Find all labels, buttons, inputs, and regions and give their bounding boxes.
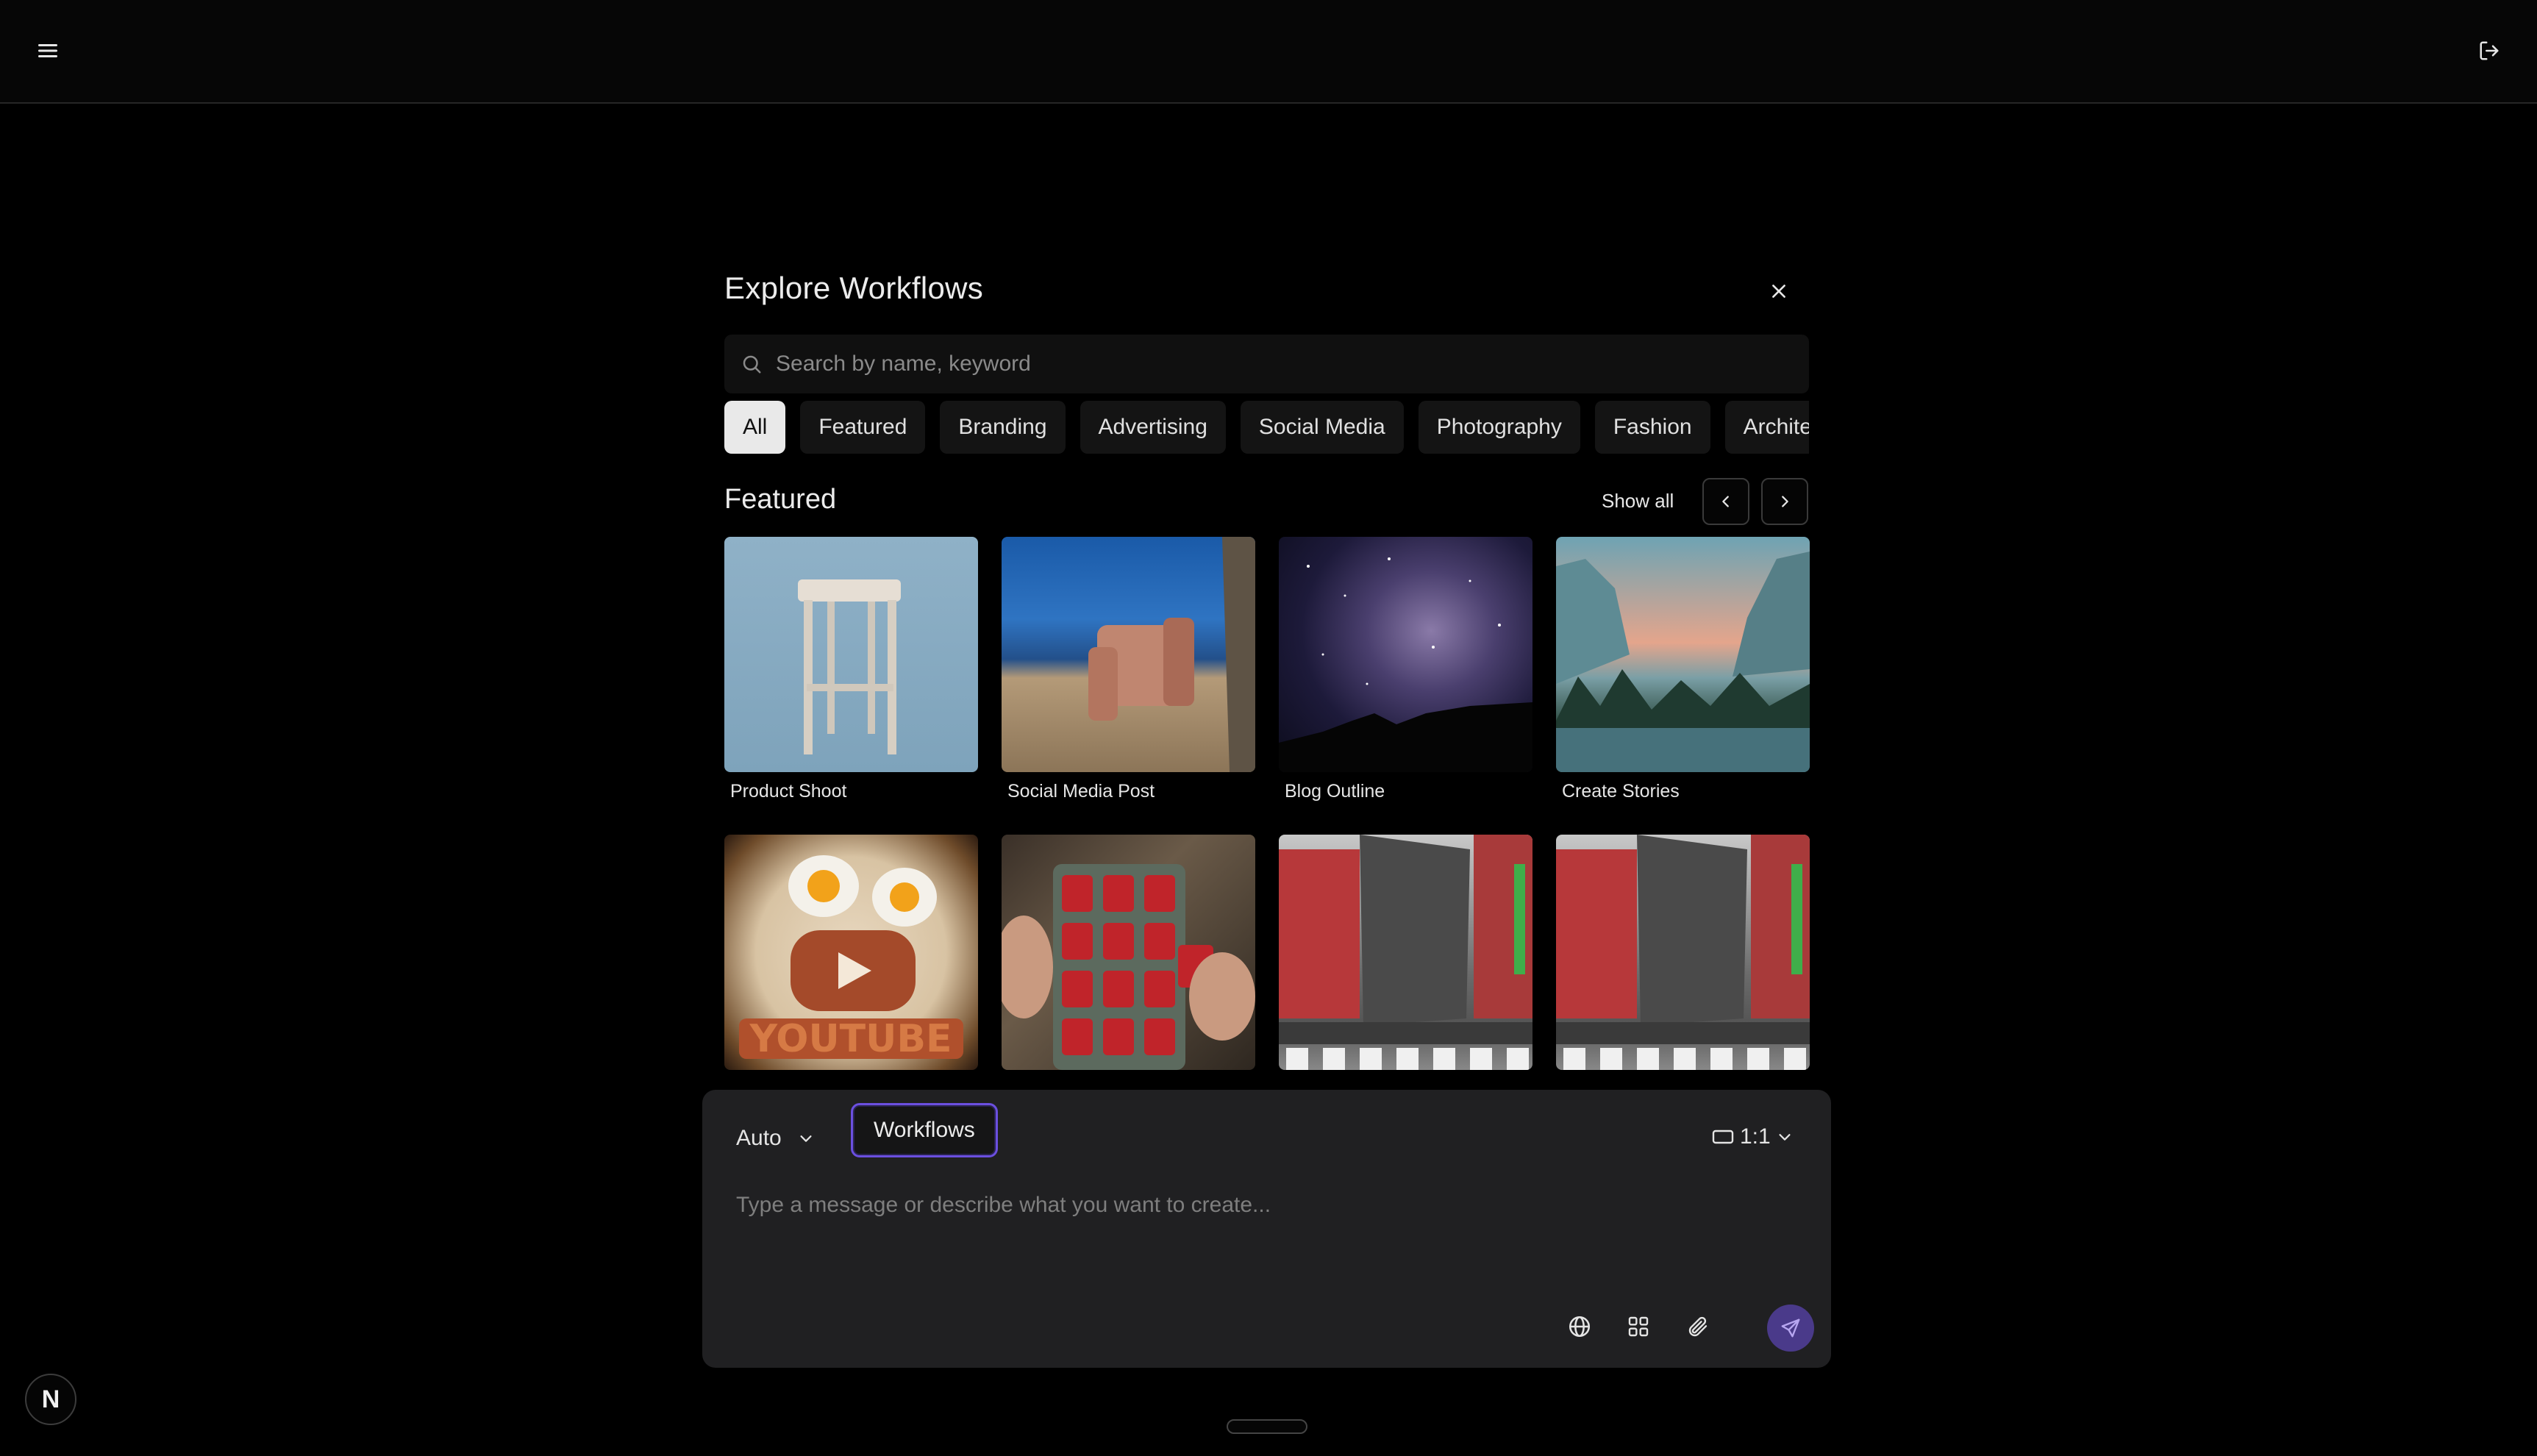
chevron-left-icon [1722, 496, 1729, 507]
thumbnail-image [1279, 537, 1532, 772]
tab-architecture[interactable]: Architecture [1724, 401, 1809, 454]
model-select[interactable]: Auto [736, 1116, 814, 1160]
card-label: Blog Outline [1285, 781, 1385, 802]
globe-icon [1569, 1316, 1591, 1338]
tab-branding[interactable]: Branding [940, 401, 1066, 454]
avatar[interactable]: N [25, 1374, 76, 1425]
logout-button[interactable] [2471, 32, 2508, 69]
message-input[interactable] [736, 1193, 1795, 1281]
show-all-link[interactable]: Show all [1602, 490, 1674, 513]
section-title: Featured [724, 484, 837, 515]
send-button[interactable] [1767, 1305, 1814, 1352]
thumbnail-image [1279, 835, 1532, 1070]
tab-advertising[interactable]: Advertising [1080, 401, 1226, 454]
workflow-card[interactable] [1556, 835, 1810, 1079]
aspect-ratio-label: 1:1 [1740, 1124, 1771, 1149]
close-icon [1772, 285, 1785, 298]
attach-button[interactable] [1675, 1305, 1719, 1349]
search-input[interactable] [776, 351, 1732, 377]
card-label: Social Media Post [1007, 781, 1155, 802]
workflow-card[interactable] [1002, 835, 1255, 1079]
tab-photography[interactable]: Photography [1418, 401, 1580, 454]
hamburger-menu-icon [38, 44, 57, 57]
chevron-down-icon [1779, 1134, 1791, 1141]
carousel-prev-button[interactable] [1702, 478, 1749, 525]
tab-fashion[interactable]: Fashion [1594, 401, 1710, 454]
paperclip-icon [1688, 1316, 1708, 1337]
category-tabs: All Featured Branding Advertising Social… [724, 401, 1809, 455]
apps-grid-button[interactable] [1616, 1305, 1660, 1349]
web-search-button[interactable] [1557, 1305, 1602, 1349]
thumbnail-image [1002, 537, 1255, 772]
workflow-card-product-shoot[interactable]: Product Shoot [724, 537, 978, 802]
search-bar [724, 335, 1809, 393]
logout-icon [2480, 41, 2499, 60]
menu-button[interactable] [29, 32, 66, 69]
workflow-card[interactable]: YOUTUBE [724, 835, 978, 1079]
thumbnail-image: YOUTUBE [724, 835, 978, 1070]
workflow-card-blog-outline[interactable]: Blog Outline [1279, 537, 1532, 802]
card-label: Create Stories [1562, 781, 1680, 802]
tab-all[interactable]: All [724, 401, 786, 454]
panel-title: Explore Workflows [724, 271, 984, 305]
tab-featured[interactable]: Featured [800, 401, 926, 454]
workflow-card-create-stories[interactable]: Create Stories [1556, 537, 1810, 802]
workflow-card-social-media-post[interactable]: Social Media Post [1002, 537, 1255, 802]
message-composer: Auto Workflows 1:1 [702, 1090, 1831, 1368]
chevron-right-icon [1782, 496, 1788, 507]
close-button[interactable] [1760, 272, 1798, 310]
grid-icon [1628, 1316, 1649, 1337]
model-select-label: Auto [736, 1126, 782, 1150]
svg-text:YOUTUBE: YOUTUBE [749, 1017, 952, 1061]
thumbnail-image [1556, 537, 1810, 772]
workflow-card[interactable] [1279, 835, 1532, 1079]
workflows-button[interactable]: Workflows [851, 1103, 998, 1157]
thumbnail-image [1556, 835, 1810, 1070]
search-icon [741, 351, 766, 377]
chevron-down-icon [800, 1135, 812, 1142]
drag-handle[interactable] [1227, 1419, 1307, 1434]
tab-social-media[interactable]: Social Media [1240, 401, 1404, 454]
thumbnail-image [1002, 835, 1255, 1070]
card-label: Product Shoot [730, 781, 847, 802]
aspect-ratio-icon [1712, 1130, 1734, 1144]
thumbnail-image [724, 537, 978, 772]
carousel-next-button[interactable] [1761, 478, 1808, 525]
aspect-ratio-select[interactable]: 1:1 [1712, 1115, 1793, 1159]
send-icon [1781, 1318, 1800, 1338]
top-bar [0, 0, 2537, 104]
